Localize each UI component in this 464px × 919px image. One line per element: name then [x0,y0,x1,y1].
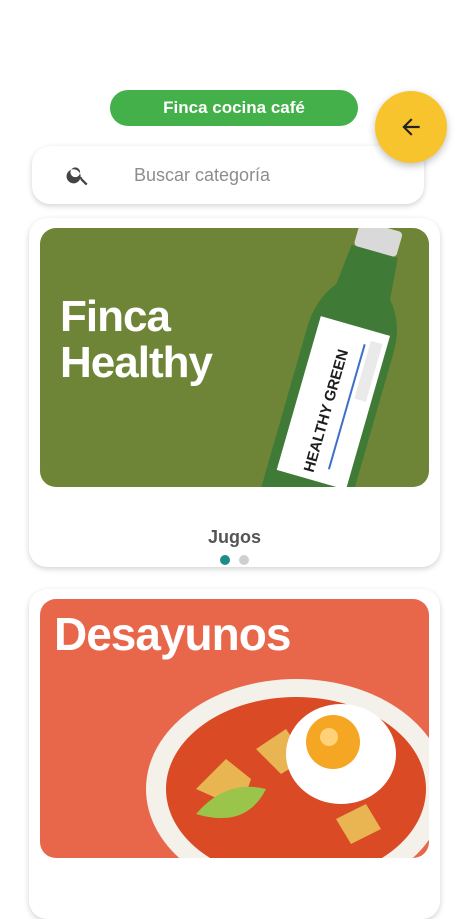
category-card-jugos[interactable]: HEALTHY GREEN Finca Healthy Jugos [29,218,440,567]
search-icon [66,167,88,186]
restaurant-title: Finca cocina café [163,98,305,117]
carousel-dot-active[interactable] [220,555,230,565]
carousel-indicator [220,555,249,565]
category-banner-jugos[interactable]: HEALTHY GREEN Finca Healthy [40,228,429,487]
search-bar[interactable]: Buscar categoría [32,146,424,204]
category-card-desayunos[interactable]: Desayunos [29,589,440,919]
arrow-left-icon [402,118,420,136]
category-label-jugos: Jugos [207,527,261,547]
category-banner-desayunos[interactable]: Desayunos [40,599,429,858]
restaurant-title-pill: Finca cocina café [110,90,358,126]
juice-bottle-image: HEALTHY GREEN [254,228,403,487]
carousel-dot[interactable] [239,555,249,565]
search-placeholder[interactable]: Buscar categoría [134,165,270,186]
back-button[interactable] [375,91,447,163]
breakfast-plate-image [146,679,429,858]
banner-title-desayunos: Desayunos [54,608,291,660]
banner-title-jugos: Finca Healthy [60,292,213,387]
